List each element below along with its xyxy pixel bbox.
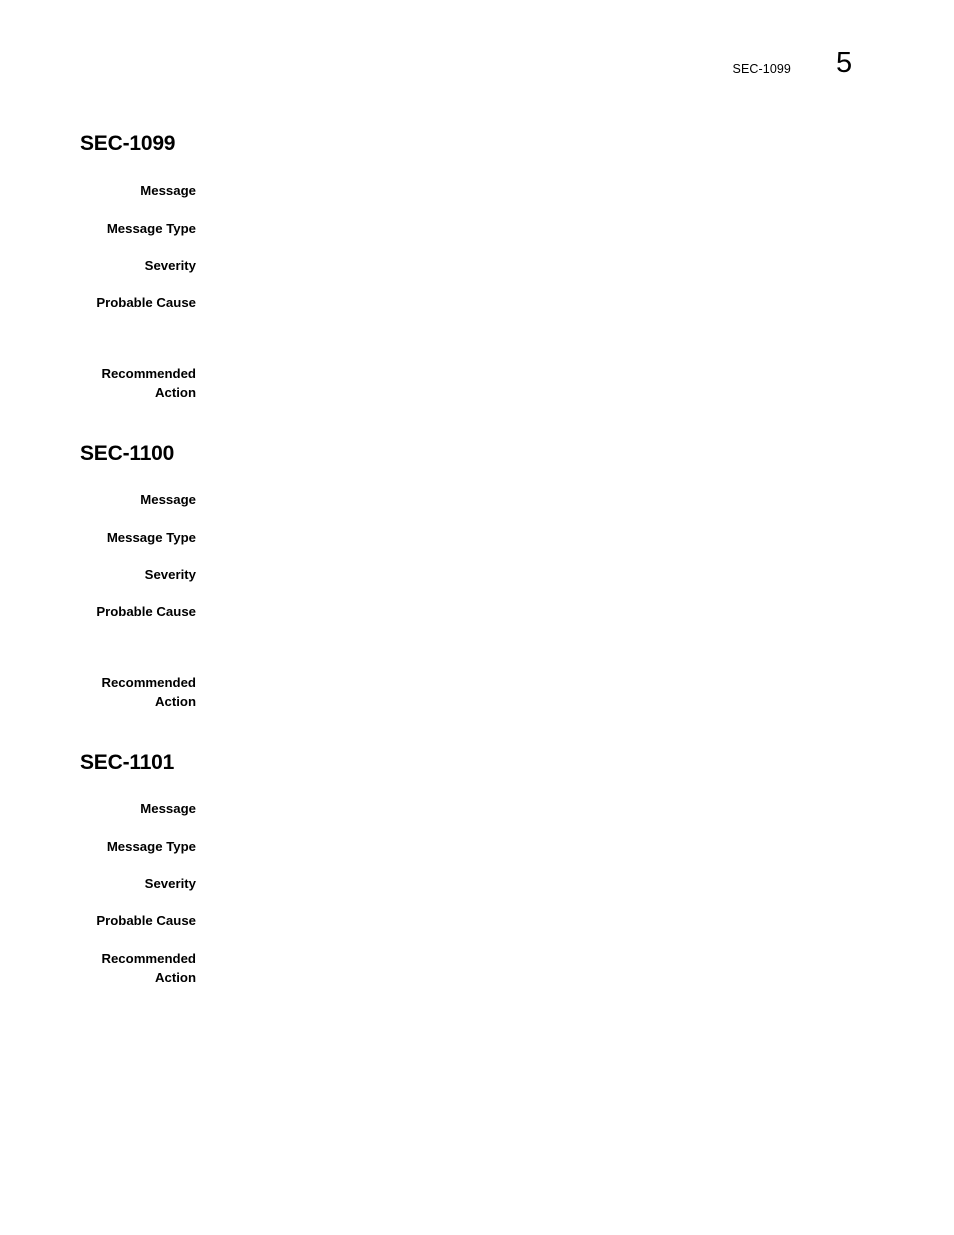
attribute-label: Message [140,492,196,507]
attribute-value [212,181,872,182]
attribute-label: Severity [144,258,196,273]
attribute-label: Probable Cause [96,295,196,310]
document-page: SEC-1099 5 SEC-1099 Message Message Type Se… [0,0,954,1235]
attribute-value [212,949,872,950]
page-running-header: SEC-1099 5 [0,49,954,102]
section-heading: SEC-1099 [80,132,176,155]
attribute-value [212,528,872,529]
attribute-label: Probable Cause [96,913,196,928]
attribute-label: Probable Cause [96,604,196,619]
attribute-label: Recommended Action [101,366,196,400]
attribute-value [212,219,872,220]
attribute-value [212,602,872,603]
attribute-value [212,911,872,912]
header-document-reference: SEC-1099 [732,62,791,76]
attribute-label: Recommended Action [101,951,196,985]
attribute-label: Message [140,801,196,816]
attribute-value [212,293,872,294]
page-number: 5 [836,47,853,79]
attribute-label: Message [140,183,196,198]
attribute-label: Severity [144,876,196,891]
attribute-value [212,364,872,365]
attribute-value [212,799,872,800]
attribute-value [212,874,872,875]
attribute-label: Recommended Action [101,675,196,709]
attribute-value [212,565,872,566]
section-heading: SEC-1101 [80,751,175,774]
attribute-value [212,490,872,491]
section-heading: SEC-1100 [80,442,175,465]
attribute-label: Message Type [106,530,196,545]
attribute-label: Severity [144,567,196,582]
attribute-label: Message Type [106,221,196,236]
attribute-value [212,256,872,257]
attribute-value [212,837,872,838]
attribute-label: Message Type [106,839,196,854]
attribute-value [212,673,872,674]
